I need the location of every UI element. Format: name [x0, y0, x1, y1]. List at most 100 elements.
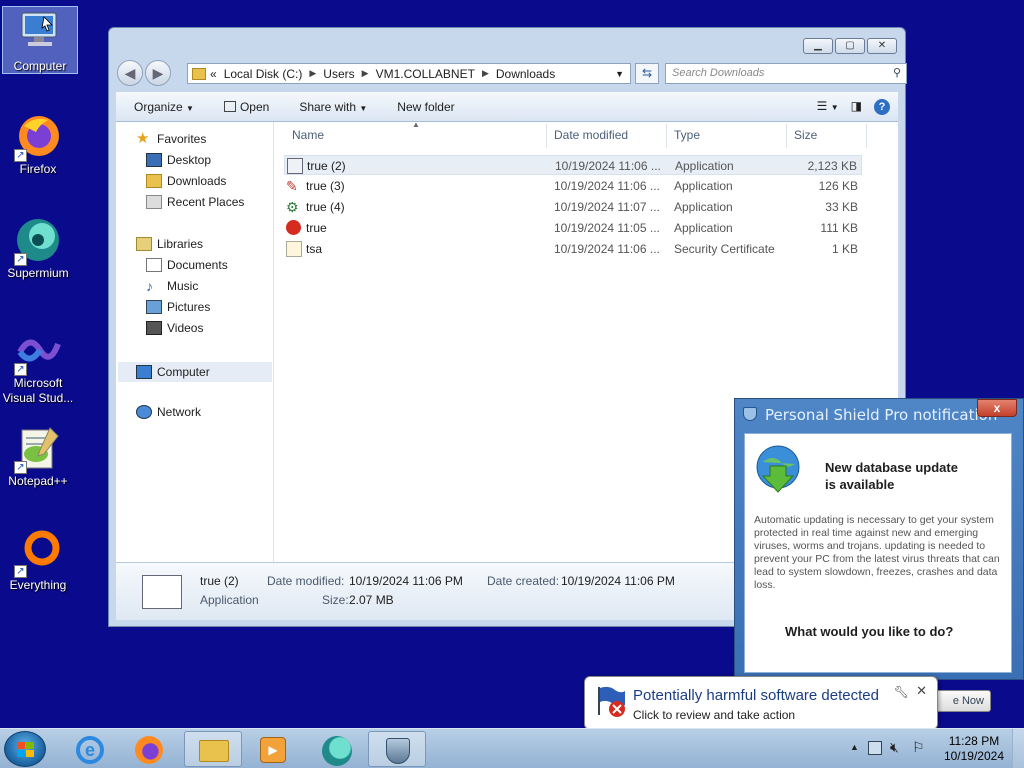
preview-pane-icon[interactable]: ◨ [851, 99, 862, 115]
show-desktop-button[interactable] [1012, 729, 1024, 768]
taskbar-internet-explorer[interactable]: e [60, 731, 118, 767]
column-header-type[interactable]: Type [674, 128, 700, 142]
nav-downloads[interactable]: Downloads [146, 174, 226, 188]
column-separator[interactable] [866, 124, 867, 148]
everything-icon: ↗ [14, 528, 62, 578]
open-label: Open [239, 99, 270, 114]
new-folder-button[interactable]: New folder [397, 100, 454, 114]
start-button[interactable] [4, 731, 46, 767]
nav-recent-places[interactable]: Recent Places [146, 195, 244, 209]
help-icon[interactable]: ? [874, 99, 890, 115]
nav-documents[interactable]: Documents [146, 258, 228, 272]
navigation-pane: ★ Favorites Desktop Downloads Recent Plac… [116, 122, 274, 562]
close-button[interactable]: ✕ [867, 38, 897, 54]
firefox-icon [135, 736, 163, 764]
nav-music[interactable]: ♪ Music [146, 279, 198, 293]
shortcut-arrow-icon: ↗ [14, 363, 27, 376]
shortcut-arrow-icon: ↗ [14, 253, 27, 266]
update-now-button[interactable]: e Now [931, 690, 991, 712]
desktop-icon-everything[interactable]: ↗ Everything [0, 528, 76, 593]
nav-computer[interactable]: Computer [118, 362, 272, 382]
videos-icon [146, 321, 162, 335]
action-center-icon[interactable]: ⚐ [912, 739, 925, 756]
taskbar-media-player[interactable]: ▶ [244, 731, 302, 767]
address-dropdown-icon[interactable]: ▼ [615, 69, 624, 79]
back-button[interactable]: ◀ [117, 60, 143, 86]
network-tray-icon[interactable] [868, 741, 882, 755]
file-row[interactable]: ⚙ true (4) 10/19/2024 11:07 ... Applicat… [284, 197, 862, 217]
column-header-date[interactable]: Date modified [554, 128, 628, 142]
file-row[interactable]: tsa 10/19/2024 11:06 ... Security Certif… [284, 239, 862, 259]
nav-desktop[interactable]: Desktop [146, 153, 211, 167]
desktop-icon-supermium[interactable]: ↗ Supermium [0, 216, 76, 281]
desktop-icon-notepadpp[interactable]: ↗ Notepad++ [0, 424, 76, 489]
file-type: Security Certificate [674, 242, 775, 256]
notification-balloon[interactable]: Potentially harmful software detected Cl… [584, 676, 938, 741]
wrench-icon[interactable]: 🔧︎ [894, 685, 909, 699]
column-separator[interactable] [546, 124, 547, 148]
search-placeholder: Search Downloads [672, 67, 765, 79]
recent-places-icon [146, 195, 162, 209]
share-with-button[interactable]: Share with ▼ [299, 100, 367, 114]
file-row[interactable]: true 10/19/2024 11:05 ... Application 11… [284, 218, 862, 238]
forward-button[interactable]: ▶ [145, 60, 171, 86]
breadcrumb-users[interactable]: Users [323, 67, 354, 81]
nav-network[interactable]: Network [136, 405, 201, 419]
popup-close-button[interactable]: x [977, 399, 1017, 417]
column-separator[interactable] [786, 124, 787, 148]
libraries-icon [136, 237, 152, 251]
show-hidden-icons-button[interactable]: ▲ [850, 742, 859, 752]
file-date: 10/19/2024 11:07 ... [554, 200, 660, 214]
action-center-flag-icon [595, 685, 627, 717]
desktop-folder-icon [146, 153, 162, 167]
open-button[interactable]: Open [223, 99, 270, 114]
breadcrumb-overflow[interactable]: « [210, 67, 217, 81]
search-input[interactable]: Search Downloads ⚲ [665, 63, 907, 84]
refresh-button[interactable]: ⇆ [635, 63, 659, 84]
breadcrumb-arrow-icon[interactable]: ▶ [482, 68, 489, 79]
nav-label: Music [167, 279, 199, 293]
nav-pictures[interactable]: Pictures [146, 300, 210, 314]
breadcrumb-downloads[interactable]: Downloads [496, 67, 555, 81]
dropdown-icon: ▼ [359, 103, 368, 113]
breadcrumb-arrow-icon[interactable]: ▶ [362, 68, 369, 79]
breadcrumb-user-folder[interactable]: VM1.COLLABNET [376, 67, 475, 81]
desktop-icon-computer[interactable]: Computer [2, 6, 78, 74]
desktop-icon-label: Notepad++ [8, 474, 68, 488]
stop-sign-icon [286, 220, 301, 235]
view-options-icon[interactable]: ☰ ▼ [817, 99, 839, 115]
clock-date: 10/19/2024 [943, 749, 1004, 763]
minimize-button[interactable]: ▁ [803, 38, 833, 54]
globe-download-icon [755, 444, 801, 493]
nav-libraries[interactable]: Libraries [136, 237, 203, 251]
desktop-icon-firefox[interactable]: ↗ Firefox [0, 112, 76, 177]
desktop-icon-label: Firefox [19, 162, 57, 176]
column-header-size[interactable]: Size [794, 128, 817, 142]
balloon-close-button[interactable]: ✕ [916, 683, 927, 699]
taskbar-firefox[interactable] [120, 731, 178, 767]
nav-videos[interactable]: Videos [146, 321, 203, 335]
sort-indicator-icon: ▲ [412, 120, 420, 129]
clock[interactable]: 11:28 PM 10/19/2024 [944, 734, 1004, 764]
certificate-icon [286, 241, 302, 257]
documents-icon [146, 258, 162, 272]
maximize-button[interactable]: ▢ [835, 38, 865, 54]
desktop-icon-visual-studio[interactable]: ↗ Microsoft Visual Stud... [0, 330, 76, 406]
file-row[interactable]: true (2) 10/19/2024 11:06 ... Applicatio… [284, 155, 862, 175]
breadcrumb-local-disk[interactable]: Local Disk (C:) [224, 67, 303, 81]
breadcrumb-arrow-icon[interactable]: ▶ [309, 68, 316, 79]
taskbar-personal-shield[interactable] [368, 731, 426, 767]
organize-button[interactable]: Organize ▼ [134, 100, 194, 114]
nav-favorites[interactable]: ★ Favorites [136, 131, 206, 146]
search-icon[interactable]: ⚲ [893, 66, 901, 79]
file-row[interactable]: ✎ true (3) 10/19/2024 11:06 ... Applicat… [284, 176, 862, 196]
volume-muted-icon[interactable]: 🔇︎ [890, 739, 899, 756]
details-modified-label: Date modified: [267, 574, 345, 588]
column-header-name[interactable]: Name [292, 128, 324, 142]
supermium-icon: ↗ [14, 216, 62, 266]
taskbar-explorer[interactable] [184, 731, 242, 767]
popup-heading: New database update is available [825, 459, 958, 493]
taskbar-supermium[interactable] [308, 731, 366, 767]
address-bar[interactable]: « Local Disk (C:) ▶ Users ▶ VM1.COLLABNET ▶… [187, 63, 631, 84]
column-separator[interactable] [666, 124, 667, 148]
